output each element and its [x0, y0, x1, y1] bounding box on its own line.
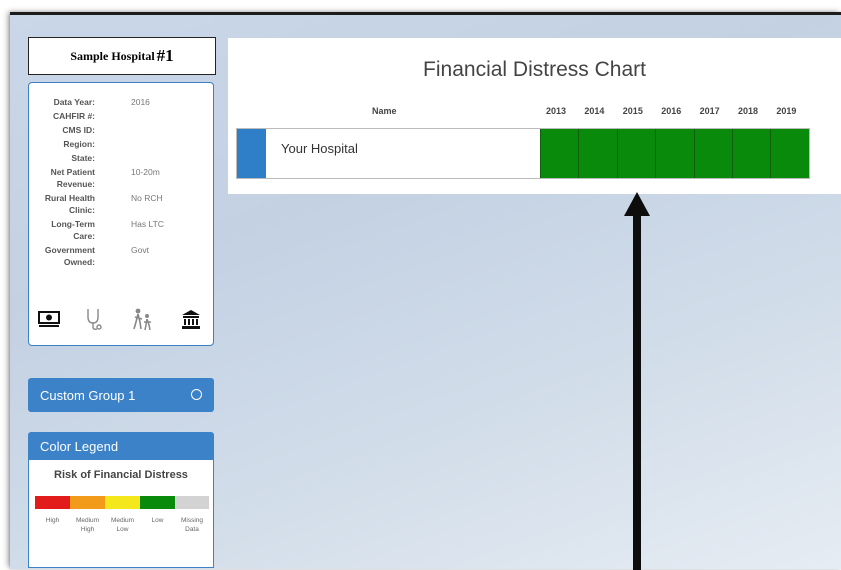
legend-subtitle: Risk of Financial Distress: [54, 469, 188, 481]
status-cell-2013[interactable]: [540, 129, 579, 178]
info-value: No RCH: [131, 193, 163, 203]
table-row[interactable]: Your Hospital: [236, 128, 810, 179]
window-top-edge: [10, 12, 841, 15]
info-label: Owned:: [63, 257, 95, 267]
status-cell-2015[interactable]: [616, 129, 656, 178]
hospital-title-number: #1: [156, 46, 174, 65]
money-icon[interactable]: [35, 305, 63, 333]
info-label: CMS ID:: [62, 125, 95, 135]
custom-group-button[interactable]: Custom Group 1: [28, 378, 214, 412]
color-legend-header: Color Legend: [28, 432, 214, 460]
legend-label-medium-low: Medium Low: [110, 517, 135, 533]
column-header-year-2017: 2017: [699, 106, 720, 116]
column-header-year-2015: 2015: [622, 106, 643, 116]
legend-label-low: Low: [151, 517, 164, 524]
annotation-arrow-shaft: [633, 210, 641, 570]
column-header-name: Name: [372, 106, 397, 116]
info-label: State:: [71, 153, 95, 163]
info-value: 10-20m: [131, 167, 160, 177]
row-selection-stripe[interactable]: [237, 129, 266, 178]
status-cell-2018[interactable]: [732, 129, 771, 178]
info-label: Data Year:: [53, 97, 95, 107]
chart-title: Financial Distress Chart: [423, 58, 646, 81]
legend-swatch-high: [35, 496, 70, 509]
info-value: Has LTC: [131, 219, 164, 229]
people-icon[interactable]: [129, 305, 157, 333]
legend-label-high: High: [45, 517, 60, 524]
stethoscope-icon[interactable]: [79, 305, 107, 333]
legend-label-missing: Missing Data: [180, 517, 204, 533]
status-cell-2019[interactable]: [770, 129, 809, 178]
hospital-title-text: Sample Hospital: [70, 48, 155, 63]
info-label: CAHFIR #:: [52, 111, 95, 121]
legend-swatch-low: [140, 496, 175, 509]
info-label: Revenue:: [56, 179, 95, 189]
info-value: Govt: [131, 245, 149, 255]
info-label: Government: [44, 245, 95, 255]
custom-group-label: Custom Group 1: [40, 387, 136, 403]
legend-swatch-medium-low: [105, 496, 140, 509]
status-cell-2014[interactable]: [578, 129, 617, 178]
column-header-year-2014: 2014: [584, 106, 605, 116]
status-cell-2017[interactable]: [693, 129, 732, 178]
info-label: Region:: [63, 139, 95, 149]
facility-icon-row: [29, 305, 215, 335]
legend-label-medium-high: Medium High: [75, 517, 100, 533]
column-header-year-2018: 2018: [738, 106, 759, 116]
row-hospital-name: Your Hospital: [281, 141, 358, 156]
annotation-arrow-head: [624, 192, 650, 216]
status-cell-2016[interactable]: [655, 129, 694, 178]
legend-swatch-missing: [175, 496, 209, 509]
column-header-year-2019: 2019: [776, 106, 797, 116]
info-label: Net Patient: [50, 167, 95, 177]
column-header-year-2016: 2016: [661, 106, 682, 116]
info-label: Clinic:: [69, 205, 95, 215]
info-label: Rural Health: [44, 193, 95, 203]
color-legend-title: Color Legend: [40, 438, 119, 454]
government-building-icon[interactable]: [177, 305, 205, 333]
legend-swatch-medium-high: [70, 496, 105, 509]
column-header-year-2013: 2013: [546, 106, 567, 116]
hospital-title: Sample Hospital #1: [28, 37, 216, 75]
info-label: Care:: [73, 231, 95, 241]
settings-icon[interactable]: [191, 389, 202, 400]
info-label: Long-Term: [51, 219, 95, 229]
hospital-info-card: Data Year: 2016 CAHFIR #: CMS ID: Region…: [28, 82, 214, 346]
color-legend-body: Risk of Financial Distress High Medium Hi…: [28, 460, 214, 568]
info-value: 2016: [131, 97, 150, 107]
